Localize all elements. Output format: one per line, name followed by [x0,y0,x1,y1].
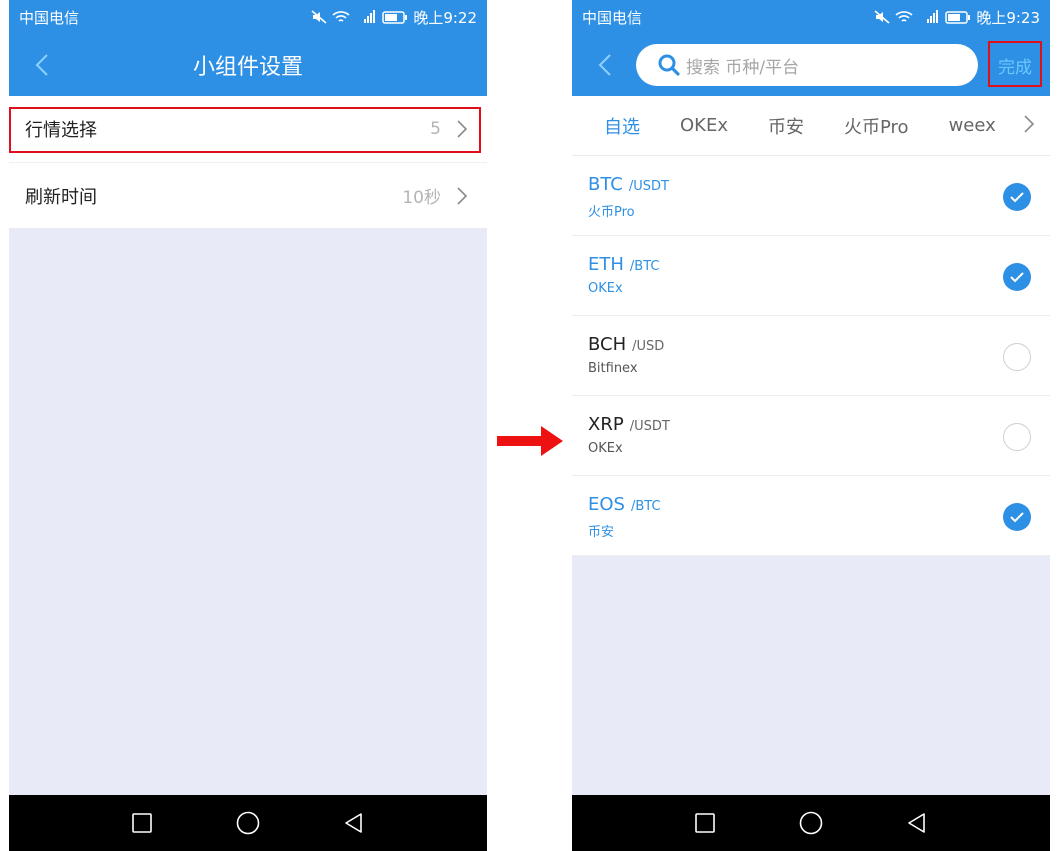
carrier-label: 中国电信 [19,8,80,27]
tab-favorites[interactable]: 自选 [604,113,640,139]
market-selection-row[interactable]: 行情选择 5 [9,96,487,162]
coin-quote: /USDT [628,179,669,194]
coin-symbol: ETH [588,254,624,275]
square-nav-icon [132,813,152,833]
row-label: 刷新时间 [25,186,97,208]
tab-huobi-pro[interactable]: 火币Pro [844,113,909,139]
page-title: 小组件设置 [192,55,303,80]
triangle-back-nav-icon [345,813,362,833]
status-icons: 晚上9:23 [874,7,1040,28]
system-nav-bar [9,795,487,851]
check-icon [1010,272,1024,283]
chevron-right-icon [457,120,468,138]
signal-icon [927,10,939,23]
circle-nav-icon [236,811,260,835]
coin-symbol: BCH [588,334,627,355]
home-button[interactable] [793,805,829,841]
system-nav-bar [572,795,1050,851]
signal-icon [364,10,376,23]
coin-exchange: Bitfinex [588,361,638,376]
tab-okex[interactable]: OKEx [680,115,728,136]
arrow-right-icon [497,426,563,456]
back-icon [598,54,611,76]
clock-label: 晚上9:22 [413,8,477,27]
check-icon [1010,512,1024,523]
back-button[interactable] [27,49,57,81]
coin-quote: /BTC [630,499,661,514]
carrier-label: 中国电信 [582,8,643,27]
coin-row-xrp[interactable]: XRP/USDT OKEx [572,396,1050,476]
chevron-right-icon[interactable] [1022,114,1036,134]
search-icon [658,54,680,76]
clock-label: 晚上9:23 [976,8,1040,27]
checkbox-unchecked[interactable] [1003,343,1031,371]
coin-exchange: 火币Pro [588,205,635,220]
exchange-tabs: 自选 OKEx 币安 火币Pro weex [572,96,1050,156]
checkbox-checked[interactable] [1003,183,1031,211]
coin-row-bch[interactable]: BCH/USD Bitfinex [572,316,1050,396]
tab-binance[interactable]: 币安 [768,113,804,139]
square-nav-icon [695,813,715,833]
row-label: 行情选择 [25,120,97,141]
done-button[interactable]: 完成 [990,43,1040,87]
chevron-right-icon [457,186,468,205]
coin-symbol: XRP [588,414,624,435]
widget-settings-screen: 中国电信 晚上9:22 小组件设置 行情选择 5 刷新时间 10秒 [9,0,487,851]
nav-back-button[interactable] [336,805,372,841]
recents-button[interactable] [687,805,723,841]
coin-symbol: EOS [588,494,625,515]
row-value: 10秒 [402,188,441,208]
circle-nav-icon [799,811,823,835]
refresh-time-row[interactable]: 刷新时间 10秒 [9,162,487,228]
checkbox-unchecked[interactable] [1003,423,1031,451]
back-button[interactable] [590,49,620,81]
status-bar: 中国电信 晚上9:23 [572,0,1050,34]
coin-quote: /USD [632,339,665,354]
coin-row-eth[interactable]: ETH/BTC OKEx [572,236,1050,316]
coin-quote: /BTC [629,259,660,274]
check-icon [1010,192,1024,203]
row-value: 5 [430,119,441,139]
triangle-back-nav-icon [908,813,925,833]
coin-list: BTC/USDT 火币Pro ETH/BTC OKEx BCH/USD Bitf… [572,156,1050,556]
header: 小组件设置 [9,34,487,96]
search-input[interactable]: 搜索 币种/平台 [636,44,978,86]
recents-button[interactable] [124,805,160,841]
coin-quote: /USDT [629,419,670,434]
header: 搜索 币种/平台 完成 [572,34,1050,96]
market-selection-screen: 中国电信 晚上9:23 搜索 币种/平台 完成 自选 OKEx 币安 火币Pro… [572,0,1050,851]
coin-row-btc[interactable]: BTC/USDT 火币Pro [572,156,1050,236]
coin-exchange: OKEx [588,441,623,456]
battery-icon [945,10,971,24]
home-button[interactable] [230,805,266,841]
mute-icon [874,10,890,24]
checkbox-checked[interactable] [1003,503,1031,531]
nav-back-button[interactable] [899,805,935,841]
status-icons: 晚上9:22 [311,7,477,28]
checkbox-checked[interactable] [1003,263,1031,291]
coin-exchange: OKEx [588,281,623,296]
status-bar: 中国电信 晚上9:22 [9,0,487,34]
coin-symbol: BTC [588,174,623,195]
wifi-icon [895,11,913,22]
battery-icon [382,10,408,24]
coin-exchange: 币安 [588,525,615,540]
search-placeholder: 搜索 币种/平台 [686,57,800,78]
wifi-icon [332,11,350,22]
mute-icon [311,10,327,24]
tab-weex[interactable]: weex [949,115,996,136]
back-icon [35,54,48,76]
coin-row-eos[interactable]: EOS/BTC 币安 [572,476,1050,556]
